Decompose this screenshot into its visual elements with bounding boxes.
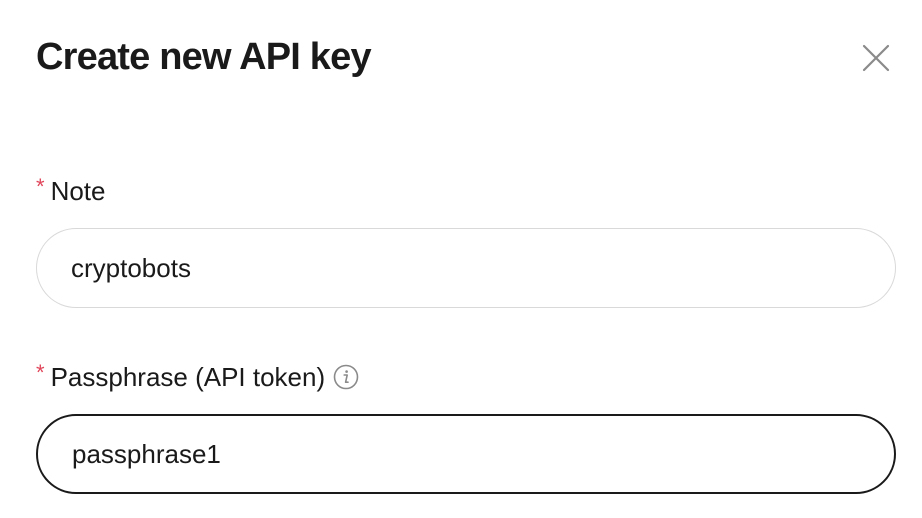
close-icon (856, 38, 896, 78)
note-input[interactable] (36, 228, 896, 308)
required-marker: * (36, 174, 45, 199)
note-label-text: Note (50, 176, 106, 206)
close-button[interactable] (856, 38, 896, 78)
create-api-key-dialog: Create new API key * Note * Passphrase (… (0, 0, 922, 518)
info-icon[interactable] (333, 364, 359, 390)
passphrase-input[interactable] (36, 414, 896, 494)
required-marker: * (36, 360, 45, 385)
dialog-title: Create new API key (36, 36, 372, 78)
note-label: * Note (36, 174, 106, 206)
passphrase-label: * Passphrase (API token) (36, 360, 359, 392)
passphrase-label-text: Passphrase (API token) (50, 362, 326, 392)
